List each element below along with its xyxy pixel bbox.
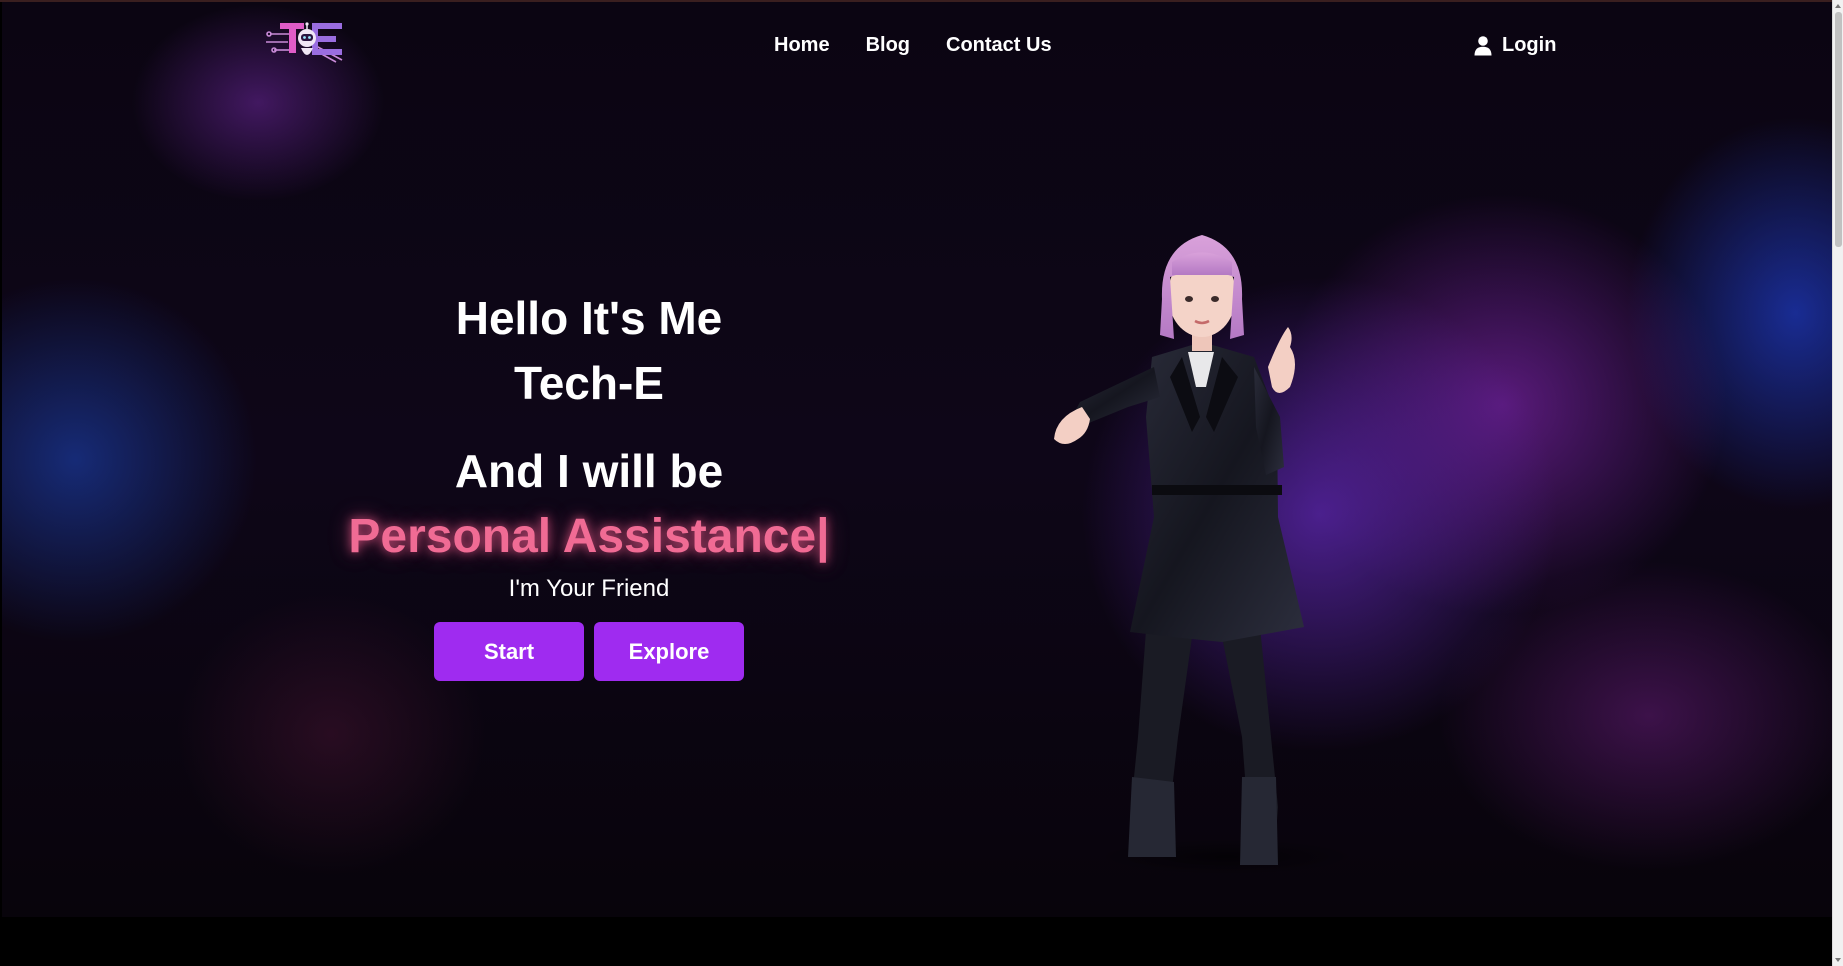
- nav-link-contact-us[interactable]: Contact Us: [946, 34, 1052, 57]
- typing-cursor: |: [816, 510, 830, 563]
- logo[interactable]: [266, 20, 346, 64]
- typed-role-text: Personal Assistance|: [289, 504, 889, 570]
- explore-button[interactable]: Explore: [594, 622, 744, 681]
- user-icon: [1474, 35, 1492, 55]
- login-label: Login: [1502, 34, 1557, 56]
- avatar-character-image: [1042, 217, 1362, 877]
- hero-buttons: Start Explore: [289, 622, 889, 681]
- start-button[interactable]: Start: [434, 622, 584, 681]
- greeting-line-2: Tech-E: [514, 357, 664, 409]
- main-nav: Home Blog Contact Us: [774, 34, 1052, 57]
- robot-circuit-logo-icon: [266, 22, 343, 63]
- scroll-down-arrow-icon[interactable]: [1835, 958, 1841, 962]
- subtitle: I'm Your Friend: [508, 575, 670, 602]
- nav-link-home[interactable]: Home: [774, 34, 830, 57]
- vertical-scrollbar[interactable]: [1832, 0, 1843, 966]
- typed-text: Personal Assistance: [348, 510, 817, 563]
- next-section-edge: [0, 917, 1830, 966]
- nav-link-blog[interactable]: Blog: [866, 34, 910, 57]
- hero-section: Home Blog Contact Us Login Hello It's Me…: [2, 2, 1832, 917]
- avatar-illustration: [1054, 235, 1357, 875]
- scroll-up-arrow-icon[interactable]: [1835, 4, 1841, 8]
- hero-text-block: Hello It's Me Tech-E And I will be Perso…: [289, 286, 889, 681]
- login-button[interactable]: Login: [1474, 34, 1556, 57]
- greeting-line-1: Hello It's Me: [455, 292, 723, 344]
- tagline: And I will be: [454, 445, 724, 497]
- scroll-thumb[interactable]: [1835, 12, 1842, 247]
- page: Home Blog Contact Us Login Hello It's Me…: [0, 0, 1843, 966]
